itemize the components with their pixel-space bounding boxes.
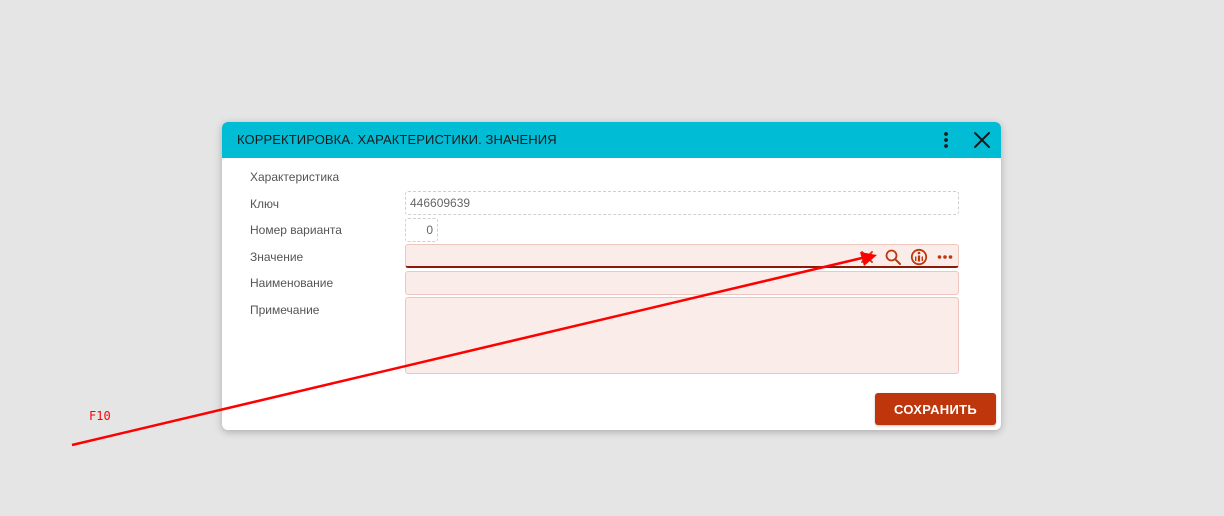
value-field-actions [858,248,954,266]
kebab-menu-icon[interactable] [939,131,953,149]
note-label: Примечание [250,303,320,317]
edit-dialog: КОРРЕКТИРОВКА. ХАРАКТЕРИСТИКИ. ЗНАЧЕНИЯ … [222,122,1001,430]
info-icon[interactable] [910,248,928,266]
characteristic-label: Характеристика [250,170,340,184]
key-label: Ключ [250,197,279,211]
variant-number-label: Номер варианта [250,223,342,237]
variant-number-field: 0 [405,218,438,242]
key-field: 446609639 [405,191,959,215]
name-label: Наименование [250,276,334,290]
save-button[interactable]: СОХРАНИТЬ [875,393,996,425]
search-icon[interactable] [884,248,902,266]
value-field[interactable] [405,244,959,268]
close-icon[interactable] [972,130,992,150]
dialog-title: КОРРЕКТИРОВКА. ХАРАКТЕРИСТИКИ. ЗНАЧЕНИЯ [237,132,557,147]
note-textarea[interactable] [405,297,959,374]
value-label: Значение [250,250,304,264]
page: КОРРЕКТИРОВКА. ХАРАКТЕРИСТИКИ. ЗНАЧЕНИЯ … [0,0,1224,516]
more-icon[interactable] [936,248,954,266]
name-field[interactable] [405,271,959,295]
dialog-header: КОРРЕКТИРОВКА. ХАРАКТЕРИСТИКИ. ЗНАЧЕНИЯ [222,122,1001,158]
clear-icon[interactable] [858,248,876,266]
annotation-label: F10 [89,409,111,423]
